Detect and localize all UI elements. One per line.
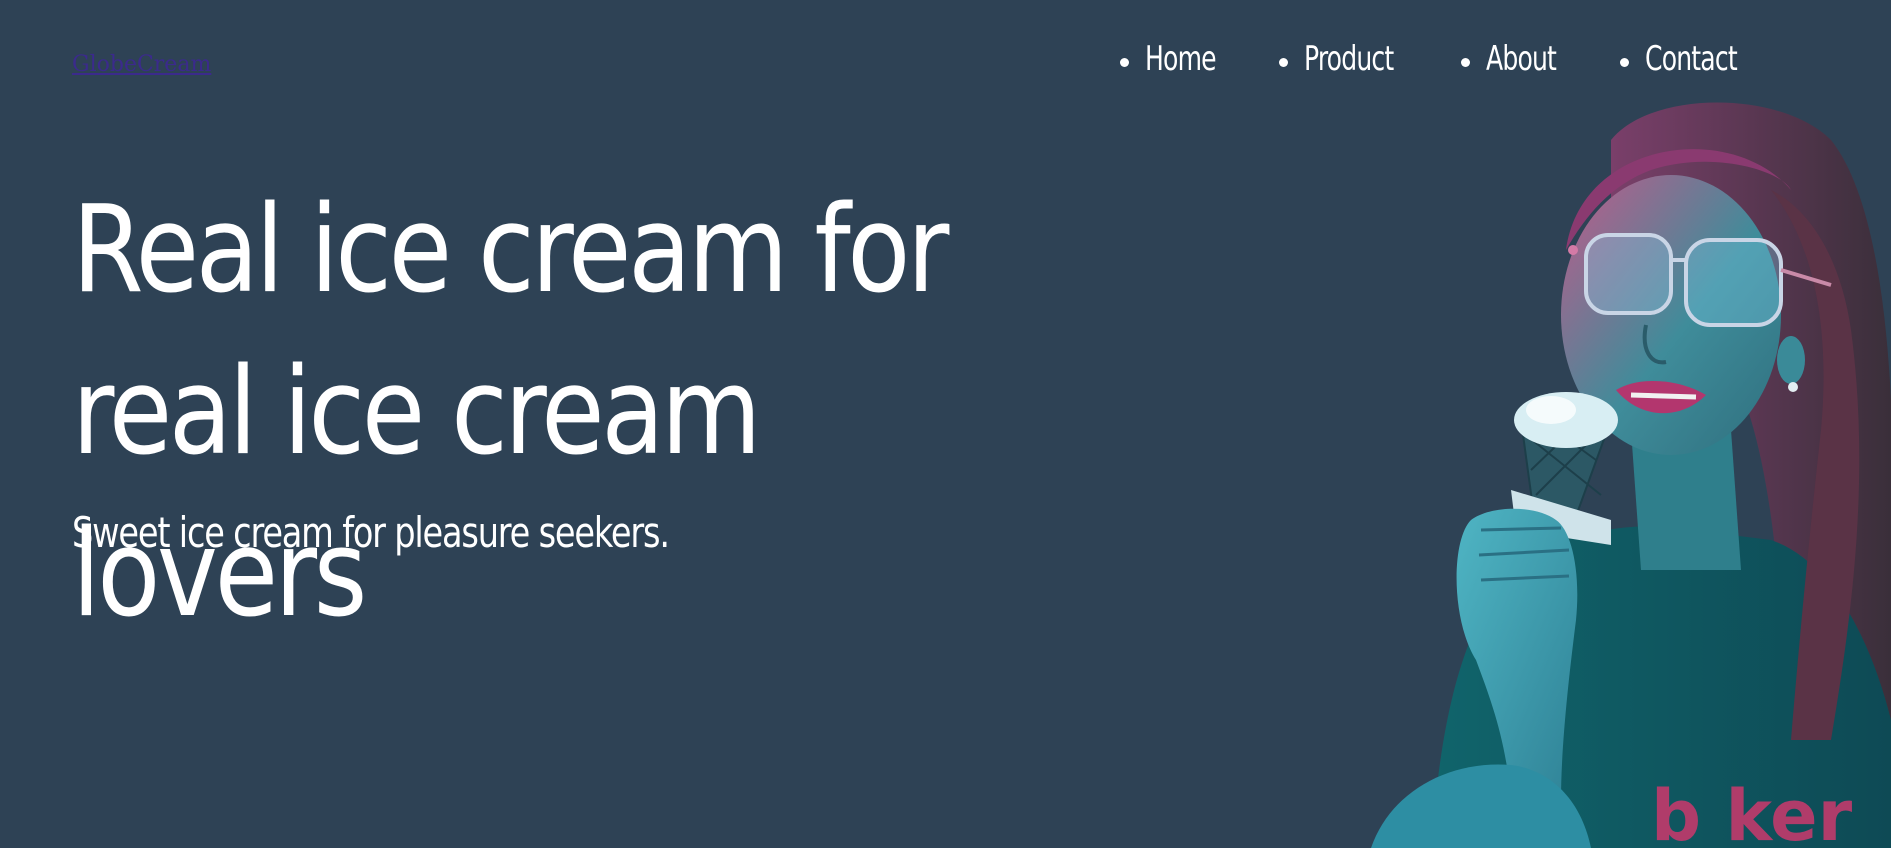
- hero-subtitle: Sweet ice cream for pleasure seekers.: [72, 508, 670, 557]
- hero-image: b ker: [1371, 102, 1891, 848]
- nav-item-home[interactable]: Home: [1120, 42, 1231, 76]
- nav-label: Contact: [1644, 39, 1738, 79]
- bullet-icon: [1461, 57, 1471, 67]
- bullet-icon: [1120, 57, 1129, 67]
- nav-item-about[interactable]: About: [1461, 42, 1571, 76]
- nav-label: Home: [1145, 39, 1217, 79]
- bullet-icon: [1619, 57, 1629, 67]
- nav-label: About: [1486, 39, 1557, 79]
- landing-page: GlobeCream Home Product About Contact Re…: [0, 0, 1891, 848]
- nav-label: Product: [1304, 39, 1394, 79]
- main-nav: Home Product About Contact: [1120, 42, 1757, 76]
- nav-item-product[interactable]: Product: [1279, 42, 1413, 76]
- logo-link[interactable]: GlobeCream: [72, 52, 211, 77]
- svg-text:b ker: b ker: [1651, 775, 1853, 848]
- bullet-icon: [1279, 57, 1289, 67]
- nav-item-contact[interactable]: Contact: [1619, 39, 1757, 79]
- hero-title: Real ice cream for real ice cream lovers: [72, 181, 949, 644]
